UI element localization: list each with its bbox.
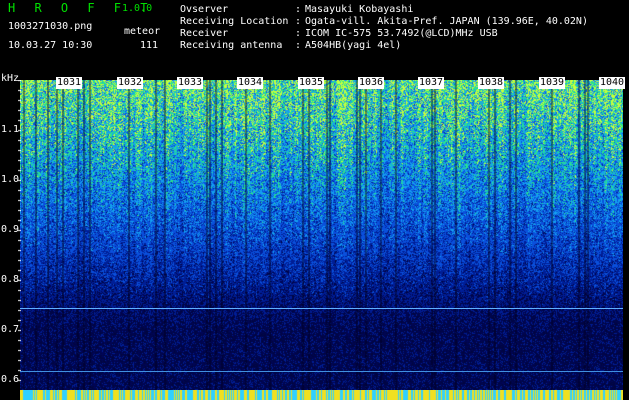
minute-axis: 1031 1032 1033 1034 1035 1036 1037 1038 1039 1040 <box>20 77 626 89</box>
location-colon: : <box>295 16 302 27</box>
antenna-value: A504HB(yagi 4el) <box>305 40 402 51</box>
y-axis-unit: kHz <box>1 73 20 84</box>
y-tick-label: 0.9 <box>1 224 20 235</box>
minute-label: 1037 <box>418 77 445 89</box>
carrier-line <box>20 308 623 309</box>
observer-label: Ovserver <box>180 4 229 15</box>
file-name: 1003271030.png <box>8 21 93 32</box>
minute-label: 1035 <box>298 77 325 89</box>
meteor-count: 111 <box>140 40 159 51</box>
minute-label: 1032 <box>117 77 144 89</box>
minute-label: 1034 <box>237 77 264 89</box>
minute-label: 1038 <box>478 77 505 89</box>
y-tick-label: 0.8 <box>1 274 20 285</box>
location-label: Receiving Location <box>180 16 289 27</box>
signal-level-strip <box>20 390 623 400</box>
receiver-label: Receiver <box>180 28 229 39</box>
minute-label: 1040 <box>599 77 626 89</box>
observer-value: Masayuki Kobayashi <box>305 4 414 15</box>
location-value: Ogata-vill. Akita-Pref. JAPAN (139.96E, … <box>305 16 588 27</box>
minute-label: 1039 <box>539 77 566 89</box>
y-tick-label: 1.0 <box>1 174 20 185</box>
meteor-label: meteor <box>124 26 161 37</box>
receiver-colon: : <box>295 28 302 39</box>
y-tick-label: 0.6 <box>1 374 20 385</box>
y-tick-label: 1.1 <box>1 124 20 135</box>
minute-label: 1036 <box>358 77 385 89</box>
y-tick-marks <box>18 80 21 390</box>
spectrogram-canvas <box>20 80 623 390</box>
observer-colon: : <box>295 4 302 15</box>
y-tick-label: 0.7 <box>1 324 20 335</box>
lower-carrier-line <box>20 371 623 372</box>
minute-label: 1033 <box>177 77 204 89</box>
antenna-label: Receiving antenna <box>180 40 283 51</box>
antenna-colon: : <box>295 40 302 51</box>
capture-datetime: 10.03.27 10:30 <box>8 40 93 51</box>
app-version: 1.0.0 <box>122 3 153 14</box>
receiver-value: ICOM IC-575 53.7492(@LCD)MHz USB <box>305 28 498 39</box>
header-panel: H R O F F T 1.0.0 1003271030.png meteor … <box>0 0 629 74</box>
minute-label: 1031 <box>56 77 83 89</box>
